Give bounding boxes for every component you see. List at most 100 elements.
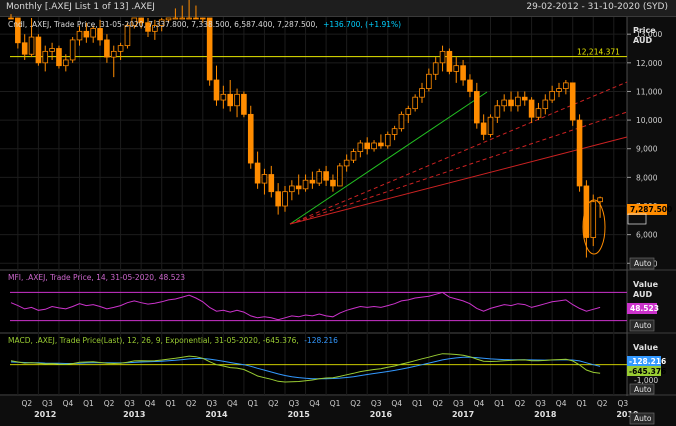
quarter-label: Q2 (350, 399, 361, 408)
price-tick-label: 13,000 (636, 30, 662, 39)
price-tick-label: 12,000 (636, 59, 662, 68)
candle-body (515, 96, 521, 107)
last-price-label: 7,287.500 (630, 205, 672, 214)
quarter-label: Q2 (186, 399, 197, 408)
candle-body (117, 45, 124, 52)
candle-body (323, 171, 329, 181)
quarter-label: Q4 (474, 399, 485, 408)
year-label: 2012 (34, 410, 56, 419)
candle-body (371, 142, 377, 150)
candle-body (172, 17, 179, 20)
candle-body (247, 113, 254, 164)
quarter-label: Q1 (83, 399, 94, 408)
year-label: 2013 (123, 410, 145, 419)
candle-body (282, 191, 288, 207)
quarter-label: Q3 (289, 399, 300, 408)
candle-body (21, 42, 28, 55)
price-tick-label: 8,000 (636, 173, 658, 182)
quarter-label: Q2 (433, 399, 444, 408)
macd-legend-values: MACD, .AXEJ, Trade Price(Last), 12, 26, … (8, 336, 299, 345)
candle-body (179, 17, 186, 20)
candle-body (398, 113, 405, 130)
price-legend: Cndl, .AXEJ, Trade Price, 31-05-2020, 7,… (8, 20, 401, 29)
quarter-label: Q4 (309, 399, 320, 408)
candle-body (439, 50, 446, 64)
quarter-label: Q3 (453, 399, 464, 408)
macd-auto-label: Auto (634, 385, 652, 394)
candle-body (494, 105, 501, 118)
candle-body (295, 185, 302, 190)
candle-body (69, 39, 76, 61)
candle-body (343, 159, 350, 167)
candle-body (227, 93, 234, 107)
candle-body (563, 82, 569, 89)
quarter-label: Q1 (494, 399, 505, 408)
candle-body (289, 185, 295, 193)
candle-body (104, 39, 110, 58)
candle-body (35, 36, 42, 64)
candle-body (357, 142, 364, 152)
quarter-label: Q4 (556, 399, 567, 408)
candle-body (83, 30, 90, 38)
price-auto-label: Auto (634, 259, 652, 268)
candle-body (378, 142, 384, 147)
macd-axis-title: Value (633, 343, 659, 352)
candle-body (110, 50, 117, 58)
candle-body (446, 50, 453, 72)
quarter-label: Q1 (576, 399, 587, 408)
candle-body (597, 197, 603, 203)
chart-canvas[interactable]: 12,214.371 Cndl, .AXEJ, Trade Price, 31-… (0, 0, 676, 426)
candle-body (508, 99, 514, 107)
quarter-label: Q2 (104, 399, 115, 408)
mfi-axis-title: Value (633, 280, 659, 289)
candle-body (590, 201, 597, 238)
price-tick-label: 10,000 (636, 116, 662, 125)
candle-body (234, 93, 240, 107)
candle-body (576, 119, 583, 187)
macd-axis-tick: -1,000 (634, 376, 658, 385)
quarter-label: Q4 (63, 399, 74, 408)
candle-body (261, 174, 268, 184)
candle-body (220, 93, 227, 101)
quarter-label: Q2 (22, 399, 33, 408)
candle-body (302, 179, 309, 190)
candle-body (275, 191, 281, 207)
candle-body (521, 96, 528, 101)
chart-window: Monthly [.AXEJ List 1 of 13] .AXEJ 29-02… (0, 0, 676, 426)
candle-body (330, 179, 336, 187)
quarter-label: Q4 (145, 399, 156, 408)
mfi-legend: MFI, .AXEJ, Trade Price, 14, 31-05-2020,… (8, 273, 185, 282)
candle-body (309, 179, 316, 184)
candle-body (535, 108, 542, 118)
candle-body (97, 28, 103, 41)
candle-body (412, 96, 418, 110)
candle-body (549, 91, 555, 101)
mfi-last-label: 48.523 (630, 304, 659, 313)
quarter-label: Q2 (515, 399, 526, 408)
candle-body (316, 171, 323, 184)
price-panel-bg[interactable] (0, 17, 627, 269)
hline-value-label: 12,214.371 (577, 48, 620, 57)
candle-body (480, 122, 487, 135)
macd-legend-signal: -128.216 (304, 336, 338, 345)
candle-body (186, 17, 192, 20)
quarter-label: Q4 (227, 399, 238, 408)
quarter-label: Q3 (535, 399, 546, 408)
year-label: 2015 (288, 410, 311, 419)
candle-body (384, 134, 391, 147)
candle-body (350, 151, 357, 161)
year-label: 2018 (534, 410, 557, 419)
candle-body (528, 99, 535, 118)
candle-body (76, 30, 83, 41)
candle-body (453, 65, 460, 72)
candle-body (501, 99, 507, 107)
price-tick-label: 9,000 (636, 145, 658, 154)
macd-last-label: -645.376 (629, 367, 666, 376)
candle-body (42, 50, 49, 64)
price-tick-label: 11,000 (636, 87, 662, 96)
candle-body (467, 79, 473, 92)
candle-body (569, 82, 576, 121)
mfi-auto-label: Auto (634, 321, 652, 330)
quarter-label: Q3 (206, 399, 217, 408)
candle-body (193, 17, 199, 20)
